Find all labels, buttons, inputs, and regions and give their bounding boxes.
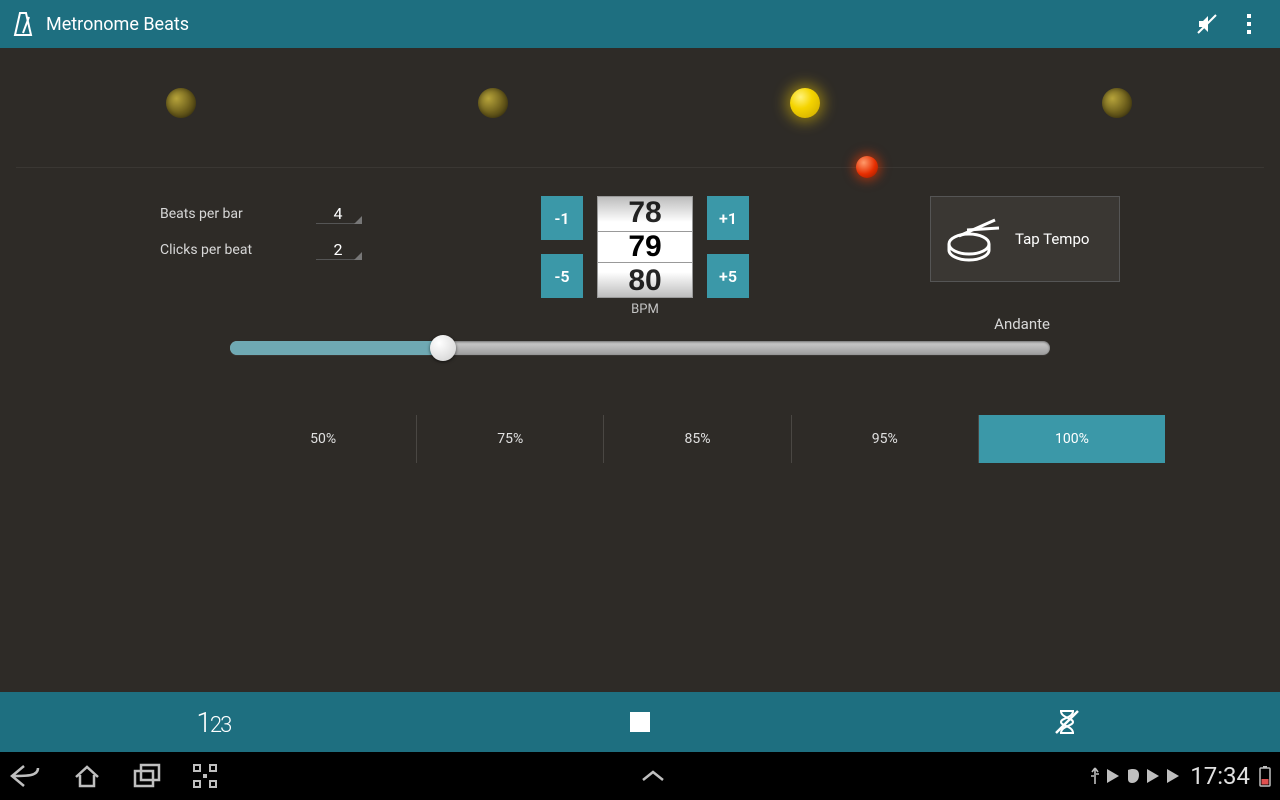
bpm-plus-1-button[interactable]: +1 <box>707 196 749 240</box>
beat-indicator-1[interactable] <box>166 88 196 118</box>
screenshot-icon[interactable] <box>192 763 218 789</box>
time-signature-settings: Beats per bar 4 Clicks per beat 2 <box>160 196 360 268</box>
bpm-minus-5-button[interactable]: -5 <box>541 254 583 298</box>
tap-tempo-label: Tap Tempo <box>1015 230 1089 248</box>
bpm-minus-1-button[interactable]: -1 <box>541 196 583 240</box>
main-content: Beats per bar 4 Clicks per beat 2 -1 78 <box>0 48 1280 692</box>
status-clock: 17:34 <box>1190 762 1250 790</box>
system-nav-bar: 17:34 <box>0 752 1280 800</box>
controls-row: Beats per bar 4 Clicks per beat 2 -1 78 <box>0 168 1280 317</box>
play-store-icon <box>1164 767 1182 785</box>
dropdown-icon <box>354 252 362 260</box>
tempo-slider-fill <box>230 341 443 355</box>
beats-per-bar-spinner[interactable]: 4 <box>316 204 360 224</box>
beat-indicator-3[interactable] <box>790 88 820 118</box>
dropdown-icon <box>354 216 362 224</box>
speed-50-button[interactable]: 50% <box>230 415 416 463</box>
tempo-slider[interactable] <box>230 341 1050 355</box>
beats-per-bar-label: Beats per bar <box>160 206 243 222</box>
hourglass-off-icon <box>1052 707 1082 737</box>
count-in-icon: 123 <box>196 706 230 739</box>
play-store-icon <box>1144 767 1162 785</box>
drum-icon <box>945 211 1001 267</box>
bpm-current-value: 79 <box>628 230 661 264</box>
play-store-icon <box>1104 767 1122 785</box>
bpm-unit-label: BPM <box>631 302 659 317</box>
app-title: Metronome Beats <box>46 14 189 35</box>
tap-tempo-button[interactable]: Tap Tempo <box>930 196 1120 282</box>
bpm-control: -1 78 79 80 +1 -5 +5 BPM <box>420 196 870 317</box>
home-icon[interactable] <box>72 762 102 790</box>
status-tray[interactable]: 17:34 <box>1088 762 1272 790</box>
tempo-slider-thumb[interactable] <box>430 335 456 361</box>
speed-85-button[interactable]: 85% <box>603 415 790 463</box>
stop-icon <box>630 712 650 732</box>
overflow-menu-button[interactable] <box>1228 3 1270 45</box>
speed-75-button[interactable]: 75% <box>416 415 603 463</box>
overflow-icon <box>1246 13 1252 35</box>
tempo-slider-area: Andante <box>115 341 1165 355</box>
expand-icon[interactable] <box>639 768 667 784</box>
beat-indicator-row <box>16 48 1264 168</box>
beat-indicator-4[interactable] <box>1102 88 1132 118</box>
clicks-per-beat-spinner[interactable]: 2 <box>316 240 360 260</box>
bpm-wheel[interactable]: 78 79 80 <box>597 196 693 298</box>
recents-icon[interactable] <box>132 763 162 789</box>
mute-icon <box>1195 12 1219 36</box>
metronome-icon <box>10 11 36 37</box>
back-icon[interactable] <box>8 762 42 790</box>
speed-100-button[interactable]: 100% <box>978 415 1165 463</box>
bpm-next-value: 80 <box>628 264 661 298</box>
subbeat-indicator <box>856 156 878 178</box>
timer-button[interactable] <box>853 692 1280 752</box>
evernote-icon <box>1124 767 1142 785</box>
battery-icon <box>1258 765 1272 787</box>
app-bar: Metronome Beats <box>0 0 1280 48</box>
count-in-button[interactable]: 123 <box>0 692 427 752</box>
mute-button[interactable] <box>1186 3 1228 45</box>
practice-speed-row: 50% 75% 85% 95% 100% <box>115 415 1165 463</box>
usb-icon <box>1088 766 1102 786</box>
play-stop-button[interactable] <box>427 692 854 752</box>
beat-indicator-2[interactable] <box>478 88 508 118</box>
bpm-prev-value: 78 <box>628 196 661 230</box>
clicks-per-beat-label: Clicks per beat <box>160 242 252 258</box>
action-bar: 123 <box>0 692 1280 752</box>
bpm-plus-5-button[interactable]: +5 <box>707 254 749 298</box>
tempo-name-label: Andante <box>994 315 1050 333</box>
speed-95-button[interactable]: 95% <box>791 415 978 463</box>
